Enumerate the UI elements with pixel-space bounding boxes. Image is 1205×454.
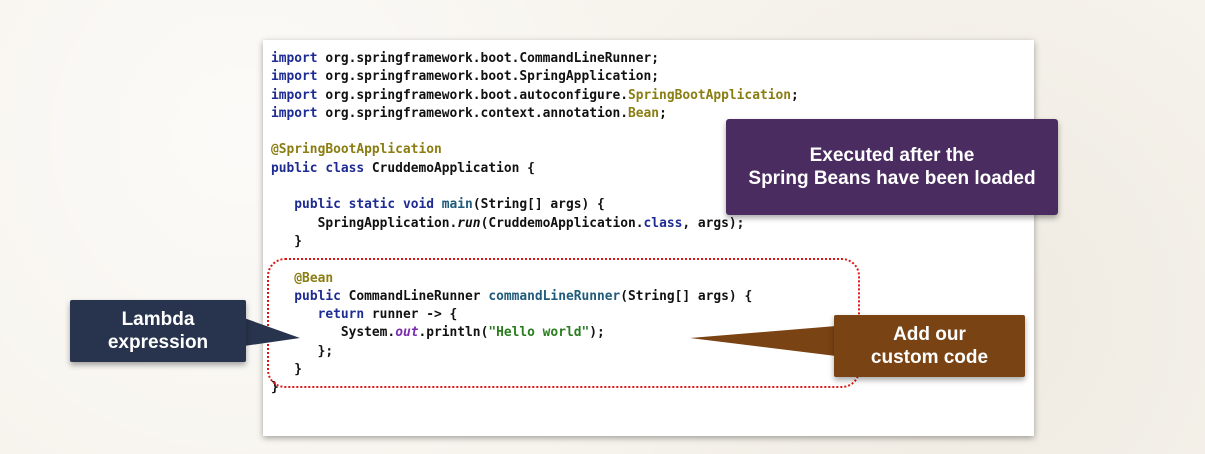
executed-after-line2: Spring Beans have been loaded	[748, 168, 1036, 189]
code-token: (String[] args) {	[472, 197, 605, 213]
code-line: SpringApplication.run(CruddemoApplicatio…	[271, 215, 799, 233]
code-token: import	[271, 87, 318, 103]
code-token: public static void	[294, 197, 434, 213]
code-token: main	[441, 197, 473, 213]
code-token: CruddemoApplication {	[364, 160, 535, 176]
lambda-expression-callout: Lambda expression	[70, 300, 246, 362]
code-token: @SpringBootApplication	[271, 142, 442, 158]
code-line: import org.springframework.boot.autoconf…	[271, 87, 799, 105]
code-line: public static void main(String[] args) {	[271, 196, 799, 214]
custom-code-callout: Add our custom code	[834, 315, 1025, 377]
code-token: SpringApplication.	[271, 215, 458, 231]
code-token: import	[271, 69, 318, 85]
code-line: }	[271, 233, 799, 251]
code-token: public class	[271, 160, 365, 176]
bean-highlight-box	[267, 258, 860, 388]
code-token: org.springframework.boot.CommandLineRunn…	[317, 51, 660, 66]
code-line: import org.springframework.boot.CommandL…	[271, 50, 799, 68]
code-token: org.springframework.boot.autoconfigure.	[317, 87, 629, 103]
code-line: import org.springframework.boot.SpringAp…	[271, 68, 799, 86]
code-token: org.springframework.boot.SpringApplicati…	[317, 69, 660, 85]
code-token: class	[643, 215, 683, 231]
code-token: import	[271, 51, 318, 66]
code-token: ;	[791, 87, 799, 103]
code-line: public class CruddemoApplication {	[271, 160, 799, 178]
custom-code-line1: Add our	[893, 324, 966, 345]
code-line: import org.springframework.context.annot…	[271, 105, 799, 123]
code-token: , args);	[682, 215, 745, 231]
code-token: org.springframework.context.annotation.	[317, 105, 629, 121]
executed-after-callout: Executed after the Spring Beans have bee…	[726, 119, 1058, 215]
code-token: ;	[659, 105, 667, 121]
code-line: @SpringBootApplication	[271, 141, 799, 159]
custom-code-line2: custom code	[870, 347, 989, 368]
code-token: }	[271, 233, 303, 249]
lambda-line2: expression	[107, 332, 209, 353]
code-token: SpringBootApplication	[628, 87, 791, 103]
code-token: run	[457, 215, 481, 231]
executed-after-line1: Executed after the	[809, 145, 975, 166]
lambda-line1: Lambda	[121, 309, 195, 330]
code-token: import	[271, 105, 318, 121]
code-token: (CruddemoApplication.	[480, 215, 644, 231]
code-token: Bean	[628, 105, 660, 121]
